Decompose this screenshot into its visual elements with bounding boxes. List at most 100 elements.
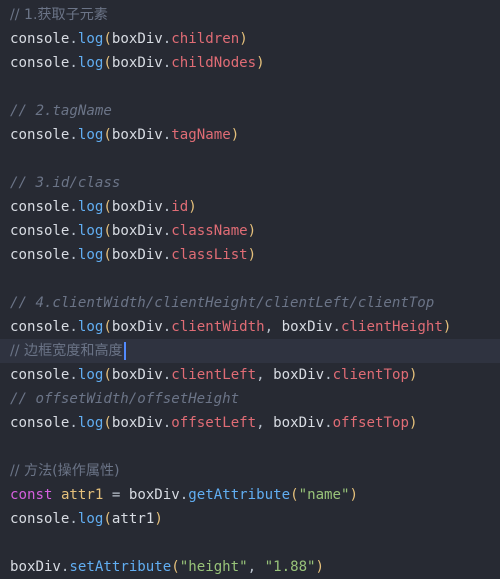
code-property: offsetLeft xyxy=(171,415,257,431)
code-line[interactable]: console.log(boxDiv.offsetLeft, boxDiv.of… xyxy=(0,411,500,435)
text-caret xyxy=(123,342,126,360)
code-paren: ( xyxy=(103,319,112,335)
code-editor[interactable]: // 1.获取子元素 console.log(boxDiv.children) co… xyxy=(0,0,500,578)
code-object: boxDiv xyxy=(111,247,163,263)
code-punctuation: . xyxy=(69,199,78,215)
code-method: log xyxy=(77,247,104,263)
code-object: console xyxy=(10,223,70,239)
code-line-comment[interactable]: // 方法(操作属性) xyxy=(0,459,500,483)
code-object: boxDiv xyxy=(111,415,163,431)
code-line-blank[interactable] xyxy=(0,435,500,459)
code-punctuation: , xyxy=(247,559,265,575)
code-paren: ( xyxy=(103,415,112,431)
code-line-blank[interactable] xyxy=(0,531,500,555)
code-method: log xyxy=(77,223,104,239)
code-comment: // offsetWidth/offsetHeight xyxy=(10,391,240,407)
code-keyword: const xyxy=(10,487,53,503)
code-property: className xyxy=(171,223,248,239)
code-punctuation: , xyxy=(256,367,274,383)
code-paren: ) xyxy=(188,199,197,215)
code-property: tagName xyxy=(171,127,231,143)
code-punctuation: . xyxy=(69,247,78,263)
code-line-blank[interactable] xyxy=(0,75,500,99)
code-line-comment[interactable]: // 2.tagName xyxy=(0,99,500,123)
code-line-comment[interactable]: // 1.获取子元素 xyxy=(0,3,500,27)
code-method: log xyxy=(77,127,104,143)
code-paren: ( xyxy=(103,247,112,263)
code-property: childNodes xyxy=(171,55,257,71)
code-paren: ( xyxy=(103,223,112,239)
code-string: "height" xyxy=(179,559,248,575)
code-line-comment[interactable]: // 3.id/class xyxy=(0,171,500,195)
code-paren: ) xyxy=(315,559,325,575)
code-property: offsetTop xyxy=(332,415,409,431)
code-property: clientHeight xyxy=(341,319,443,335)
code-punctuation: , xyxy=(264,319,282,335)
code-method: log xyxy=(77,415,104,431)
code-comment: // 1.获取子元素 xyxy=(10,7,108,23)
code-string: "1.88" xyxy=(264,559,316,575)
code-line[interactable]: const attr1 = boxDiv.getAttribute("name"… xyxy=(0,483,500,507)
code-object: boxDiv xyxy=(10,559,61,575)
code-paren: ) xyxy=(247,247,257,263)
code-object: boxDiv xyxy=(273,367,325,383)
code-line-blank[interactable] xyxy=(0,267,500,291)
code-paren: ( xyxy=(103,127,112,143)
code-string: "name" xyxy=(298,487,350,503)
code-line[interactable]: console.log(attr1) xyxy=(0,507,500,531)
code-punctuation: . xyxy=(179,487,189,503)
code-object: console xyxy=(10,367,70,383)
code-paren: ) xyxy=(349,487,359,503)
code-object: boxDiv xyxy=(111,223,163,239)
code-object: boxDiv xyxy=(111,127,163,143)
code-method: log xyxy=(77,367,104,383)
code-punctuation: . xyxy=(69,55,78,71)
code-object: console xyxy=(10,415,70,431)
code-operator: = xyxy=(103,487,129,503)
code-line[interactable]: console.log(boxDiv.tagName) xyxy=(0,123,500,147)
code-line-comment[interactable]: // 4.clientWidth/clientHeight/clientLeft… xyxy=(0,291,500,315)
code-paren: ( xyxy=(171,559,180,575)
code-method: log xyxy=(77,199,104,215)
code-object: boxDiv xyxy=(111,319,163,335)
code-method: log xyxy=(77,319,104,335)
code-line-blank[interactable] xyxy=(0,147,500,171)
code-object: boxDiv xyxy=(281,319,333,335)
code-paren: ( xyxy=(290,487,299,503)
code-paren: ) xyxy=(256,55,265,71)
code-paren: ) xyxy=(442,319,452,335)
code-object: console xyxy=(10,319,70,335)
code-comment: // 4.clientWidth/clientHeight/clientLeft… xyxy=(10,295,435,311)
code-paren: ) xyxy=(408,367,418,383)
code-property: clientLeft xyxy=(171,367,257,383)
code-object: boxDiv xyxy=(111,367,163,383)
code-line[interactable]: console.log(boxDiv.className) xyxy=(0,219,500,243)
code-object: console xyxy=(10,127,70,143)
code-paren: ) xyxy=(154,511,163,527)
code-line[interactable]: console.log(boxDiv.children) xyxy=(0,27,500,51)
code-line-comment[interactable]: // offsetWidth/offsetHeight xyxy=(0,387,500,411)
code-object: console xyxy=(10,55,70,71)
code-line[interactable]: boxDiv.setAttribute("height", "1.88") xyxy=(0,555,500,579)
code-line[interactable]: console.log(boxDiv.childNodes) xyxy=(0,51,500,75)
code-property: children xyxy=(171,31,240,47)
code-comment: // 边框宽度和高度 xyxy=(10,343,123,359)
code-line[interactable]: console.log(boxDiv.classList) xyxy=(0,243,500,267)
code-punctuation: . xyxy=(69,367,78,383)
code-punctuation: . xyxy=(324,415,333,431)
code-paren: ) xyxy=(230,127,240,143)
code-object: boxDiv xyxy=(128,487,180,503)
code-paren: ( xyxy=(103,367,112,383)
code-paren: ( xyxy=(103,31,112,47)
code-paren: ( xyxy=(103,55,112,71)
code-object: attr1 xyxy=(111,511,155,527)
code-line[interactable]: console.log(boxDiv.clientLeft, boxDiv.cl… xyxy=(0,363,500,387)
code-object: boxDiv xyxy=(111,31,163,47)
code-comment: // 方法(操作属性) xyxy=(10,463,120,479)
code-property: clientWidth xyxy=(171,319,265,335)
code-comment: // 3.id/class xyxy=(10,175,121,191)
code-line[interactable]: console.log(boxDiv.id) xyxy=(0,195,500,219)
code-line-comment[interactable]: // 边框宽度和高度 xyxy=(0,339,500,363)
code-line[interactable]: console.log(boxDiv.clientWidth, boxDiv.c… xyxy=(0,315,500,339)
code-method: setAttribute xyxy=(69,559,172,575)
